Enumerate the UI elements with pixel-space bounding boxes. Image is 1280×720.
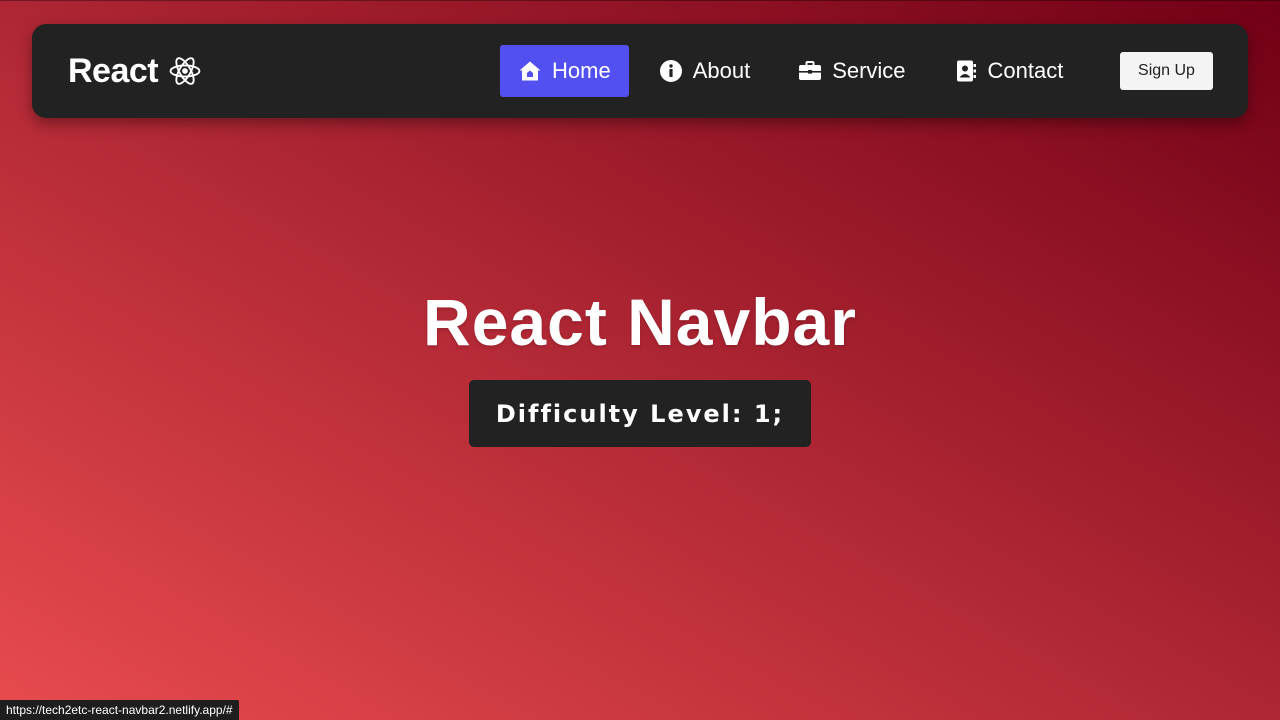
nav-item-about[interactable]: About — [641, 45, 769, 97]
sign-up-button[interactable]: Sign Up — [1120, 52, 1213, 90]
navbar: React Home About Service Contact Sign Up — [32, 24, 1248, 118]
nav-item-label: Contact — [987, 58, 1064, 83]
status-bar-url: https://tech2etc-react-navbar2.netlify.a… — [0, 700, 239, 720]
window-top-border — [0, 0, 1280, 1]
difficulty-badge: Difficulty Level: 1; — [469, 380, 811, 447]
address-book-icon — [956, 60, 976, 82]
nav-item-contact[interactable]: Contact — [936, 45, 1082, 97]
nav-item-label: About — [692, 58, 751, 83]
nav-item-label: Home — [552, 58, 611, 83]
nav-item-label: Service — [832, 58, 906, 83]
nav-menu: Home About Service Contact — [500, 45, 1093, 97]
nav-item-home[interactable]: Home — [500, 45, 629, 97]
react-atom-icon — [169, 57, 201, 85]
brand-logo-link[interactable]: React — [68, 24, 202, 118]
briefcase-icon — [799, 61, 822, 80]
nav-item-service[interactable]: Service — [780, 45, 923, 97]
info-circle-icon — [659, 60, 682, 82]
home-icon — [519, 61, 541, 81]
page-title: React Navbar — [423, 285, 857, 359]
brand-text: React — [68, 51, 159, 90]
